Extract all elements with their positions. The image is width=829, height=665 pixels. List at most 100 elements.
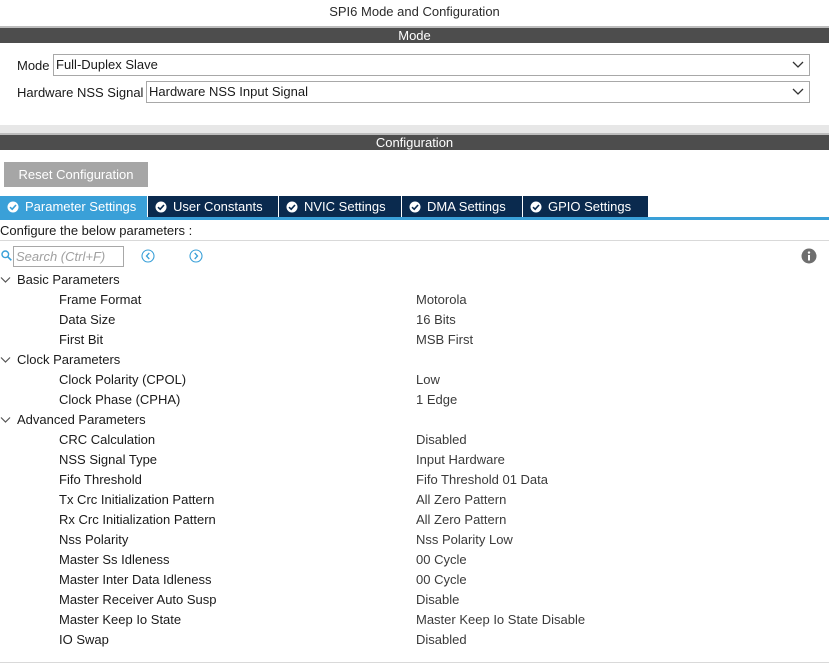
param-value[interactable]: Low [416,370,440,390]
param-value[interactable]: Disabled [416,430,467,450]
tab-dma-settings[interactable]: DMA Settings [402,196,522,217]
param-row[interactable]: Tx Crc Initialization Pattern All Zero Pa… [0,490,829,510]
chevron-down-icon[interactable] [0,275,11,285]
search-icon[interactable] [1,250,12,261]
param-row[interactable]: Nss Polarity Nss Polarity Low [0,530,829,550]
param-row[interactable]: Master Receiver Auto Susp Disable [0,590,829,610]
nss-row: Hardware NSS Signal [0,81,147,103]
nss-select-value: Hardware NSS Input Signal [149,84,308,99]
chevron-left-circle-icon[interactable] [141,249,155,263]
param-name: Fifo Threshold [59,472,142,487]
group-basic-parameters[interactable]: Basic Parameters [0,270,829,290]
chevron-right-circle-icon[interactable] [189,249,203,263]
chevron-down-icon[interactable] [0,415,11,425]
param-value[interactable]: Disable [416,590,459,610]
param-name: Nss Polarity [59,532,129,547]
window-title: SPI6 Mode and Configuration [329,4,500,19]
mode-section-header: Mode [0,26,829,43]
tab-label: Parameter Settings [25,199,137,214]
section-divider [0,125,829,133]
group-label: Basic Parameters [17,272,120,287]
group-advanced-parameters[interactable]: Advanced Parameters [0,410,829,430]
tab-user-constants[interactable]: User Constants [148,196,278,217]
configuration-section-header: Configuration [0,133,829,150]
param-name: First Bit [59,332,104,347]
param-row[interactable]: Clock Phase (CPHA) 1 Edge [0,390,829,410]
param-name: NSS Signal Type [59,452,158,467]
param-name: IO Swap [59,632,109,647]
nss-select[interactable]: Hardware NSS Input Signal [146,81,810,103]
tab-parameter-settings[interactable]: Parameter Settings [0,196,147,217]
tab-underline [0,217,829,220]
config-tabs: Parameter Settings User Constants NVIC S… [0,196,649,217]
reset-configuration-button[interactable]: Reset Configuration [4,162,148,187]
group-label: Clock Parameters [17,352,121,367]
param-value[interactable]: All Zero Pattern [416,510,506,530]
param-name: Master Inter Data Idleness [59,572,212,587]
param-row[interactable]: Data Size 16 Bits [0,310,829,330]
check-circle-icon [7,201,19,212]
param-row[interactable]: Master Keep Io State Master Keep Io State… [0,610,829,630]
param-row[interactable]: Clock Polarity (CPOL) Low [0,370,829,390]
param-name: Master Ss Idleness [59,552,170,567]
check-circle-icon [409,201,421,212]
param-value[interactable]: 00 Cycle [416,570,467,590]
param-value[interactable]: All Zero Pattern [416,490,506,510]
param-name: Clock Polarity (CPOL) [59,372,187,387]
param-row[interactable]: NSS Signal Type Input Hardware [0,450,829,470]
tab-label: DMA Settings [427,199,506,214]
param-name: CRC Calculation [59,432,156,447]
chevron-down-icon[interactable] [0,355,11,365]
mode-select-value: Full-Duplex Slave [56,57,158,72]
tab-label: NVIC Settings [304,199,386,214]
group-label: Advanced Parameters [17,412,146,427]
mode-row: Mode [0,54,54,76]
check-circle-icon [155,201,167,212]
chevron-down-icon [792,61,804,68]
instructions-text: Configure the below parameters : [0,223,193,238]
check-circle-icon [286,201,298,212]
param-name: Clock Phase (CPHA) [59,392,181,407]
param-name: Tx Crc Initialization Pattern [59,492,215,507]
check-circle-icon [530,201,542,212]
param-value[interactable]: Motorola [416,290,467,310]
param-name: Master Receiver Auto Susp [59,592,217,607]
chevron-down-icon [792,88,804,95]
param-row[interactable]: Fifo Threshold Fifo Threshold 01 Data [0,470,829,490]
param-name: Frame Format [59,292,142,307]
param-value[interactable]: Nss Polarity Low [416,530,513,550]
param-value[interactable]: Fifo Threshold 01 Data [416,470,548,490]
param-value[interactable]: MSB First [416,330,473,350]
info-icon[interactable] [801,248,817,264]
param-value[interactable]: 00 Cycle [416,550,467,570]
tab-nvic-settings[interactable]: NVIC Settings [279,196,401,217]
group-clock-parameters[interactable]: Clock Parameters [0,350,829,370]
bottom-divider [0,662,829,663]
param-value[interactable]: Input Hardware [416,450,505,470]
param-name: Rx Crc Initialization Pattern [59,512,216,527]
parameter-tree: Basic Parameters Frame Format Motorola Da… [0,270,829,650]
tab-label: User Constants [173,199,263,214]
param-value[interactable]: Master Keep Io State Disable [416,610,585,630]
search-input[interactable] [13,246,124,267]
param-row[interactable]: First Bit MSB First [0,330,829,350]
param-row[interactable]: Rx Crc Initialization Pattern All Zero Pa… [0,510,829,530]
nss-label: Hardware NSS Signal [17,84,144,100]
param-row[interactable]: IO Swap Disabled [0,630,829,650]
search-row [0,245,829,267]
param-name: Master Keep Io State [59,612,182,627]
param-row[interactable]: Master Inter Data Idleness 00 Cycle [0,570,829,590]
mode-label: Mode [17,57,50,73]
tab-label: GPIO Settings [548,199,632,214]
tab-gpio-settings[interactable]: GPIO Settings [523,196,648,217]
param-row[interactable]: Master Ss Idleness 00 Cycle [0,550,829,570]
param-row[interactable]: Frame Format Motorola [0,290,829,310]
mode-select[interactable]: Full-Duplex Slave [53,54,810,76]
mode-panel: Mode Full-Duplex Slave Hardware NSS Sign… [0,43,829,125]
param-value[interactable]: 16 Bits [416,310,456,330]
param-row[interactable]: CRC Calculation Disabled [0,430,829,450]
param-value[interactable]: 1 Edge [416,390,457,410]
param-name: Data Size [59,312,116,327]
param-value[interactable]: Disabled [416,630,467,650]
instructions-divider [0,240,829,241]
